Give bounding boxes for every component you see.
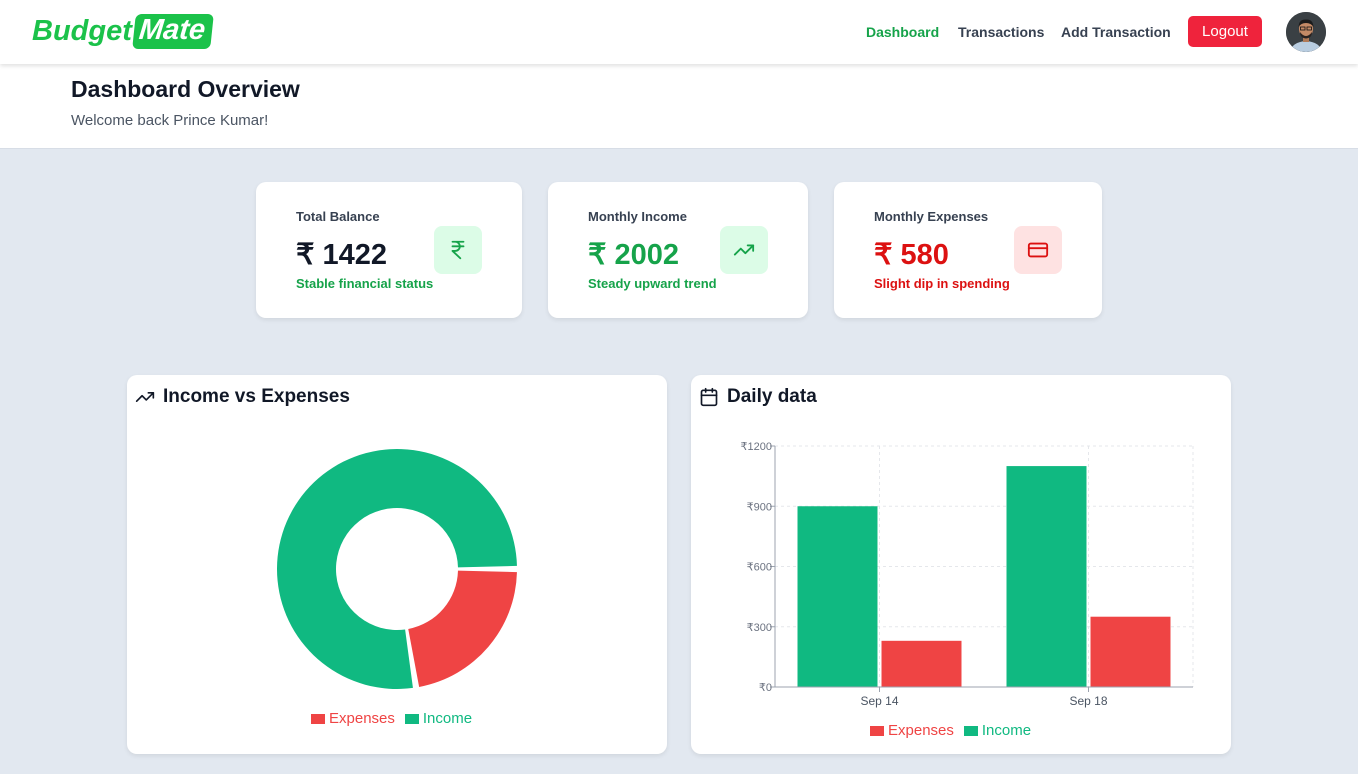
user-avatar-icon — [1286, 12, 1326, 52]
legend-label-income: Income — [981, 722, 1032, 739]
total-balance-label: Total Balance — [296, 209, 380, 224]
nav-dashboard-link[interactable]: Dashboard — [866, 24, 939, 40]
bar-income[interactable] — [1006, 466, 1087, 687]
donut-chart — [277, 449, 517, 689]
navbar: Budget Mate Dashboard Transactions Add T… — [0, 0, 1358, 64]
bar-chart: ₹0 ₹300 ₹600 ₹900 ₹1200 Sep 14 Sep 18 — [741, 441, 1194, 708]
logout-button[interactable]: Logout — [1188, 16, 1262, 47]
bar-expenses[interactable] — [1090, 616, 1171, 687]
legend-expenses[interactable]: Expenses — [870, 722, 954, 739]
bar-income[interactable] — [797, 506, 878, 687]
monthly-expenses-label: Monthly Expenses — [874, 209, 989, 224]
bar-legend: Expenses Income — [870, 722, 1041, 739]
y-tick-label: ₹300 — [747, 622, 772, 634]
legend-income[interactable]: Income — [963, 722, 1032, 739]
monthly-expenses-value: ₹ 580 — [874, 239, 949, 271]
y-tick-label: ₹600 — [747, 562, 772, 574]
page-subtitle: Welcome back Prince Kumar! — [71, 112, 269, 129]
y-tick-label: ₹900 — [747, 501, 772, 513]
monthly-income-label: Monthly Income — [588, 209, 687, 224]
trending-up-icon — [720, 226, 768, 274]
page-header: Dashboard Overview Welcome back Prince K… — [0, 64, 1358, 149]
daily-data-panel: Daily data ₹0 ₹300 ₹600 ₹900 ₹1200 Sep 14 Sep … — [691, 375, 1231, 754]
legend-income[interactable]: Income — [404, 710, 473, 727]
page-title: Dashboard Overview — [71, 76, 300, 102]
brand-text-budget: Budget — [32, 15, 132, 47]
nav-add-transaction-link[interactable]: Add Transaction — [1061, 24, 1171, 40]
income-vs-expenses-header: Income vs Expenses — [135, 386, 350, 408]
avatar[interactable] — [1286, 12, 1326, 52]
monthly-income-value: ₹ 2002 — [588, 239, 680, 271]
trending-up-icon — [135, 392, 155, 402]
legend-expenses[interactable]: Expenses — [311, 710, 395, 727]
legend-label-income: Income — [422, 710, 473, 727]
total-balance-value: ₹ 1422 — [296, 239, 388, 271]
y-tick-label: ₹0 — [759, 682, 772, 694]
brand-text-mate: Mate — [132, 14, 214, 49]
legend-label-expenses: Expenses — [329, 710, 395, 727]
bar-expenses[interactable] — [881, 640, 962, 687]
credit-card-icon — [1014, 226, 1062, 274]
income-vs-expenses-title: Income vs Expenses — [163, 386, 350, 407]
monthly-expenses-note: Slight dip in spending — [874, 276, 1010, 291]
pie-slice-expenses[interactable] — [408, 570, 517, 687]
brand-logo[interactable]: Budget Mate — [32, 14, 214, 49]
legend-swatch-expenses — [311, 713, 325, 724]
nav-transactions-link[interactable]: Transactions — [958, 24, 1044, 40]
legend-label-expenses: Expenses — [888, 722, 954, 739]
monthly-income-card: Monthly Income ₹ 2002 Steady upward tren… — [548, 182, 808, 318]
pie-legend: Expenses Income — [311, 710, 482, 727]
legend-swatch-income — [404, 713, 419, 724]
total-balance-card: Total Balance ₹ 1422 Stable financial st… — [256, 182, 522, 318]
legend-swatch-expenses — [870, 725, 884, 736]
y-tick-label: ₹1200 — [741, 441, 772, 453]
rupee-icon — [434, 226, 482, 274]
x-tick-label: Sep 14 — [860, 694, 898, 708]
legend-swatch-income — [963, 725, 978, 736]
income-vs-expenses-panel: Income vs Expenses Expenses Income — [127, 375, 667, 754]
monthly-expenses-card: Monthly Expenses ₹ 580 Slight dip in spe… — [834, 182, 1102, 318]
x-tick-label: Sep 18 — [1069, 694, 1107, 708]
monthly-income-note: Steady upward trend — [588, 276, 717, 291]
total-balance-note: Stable financial status — [296, 276, 434, 291]
